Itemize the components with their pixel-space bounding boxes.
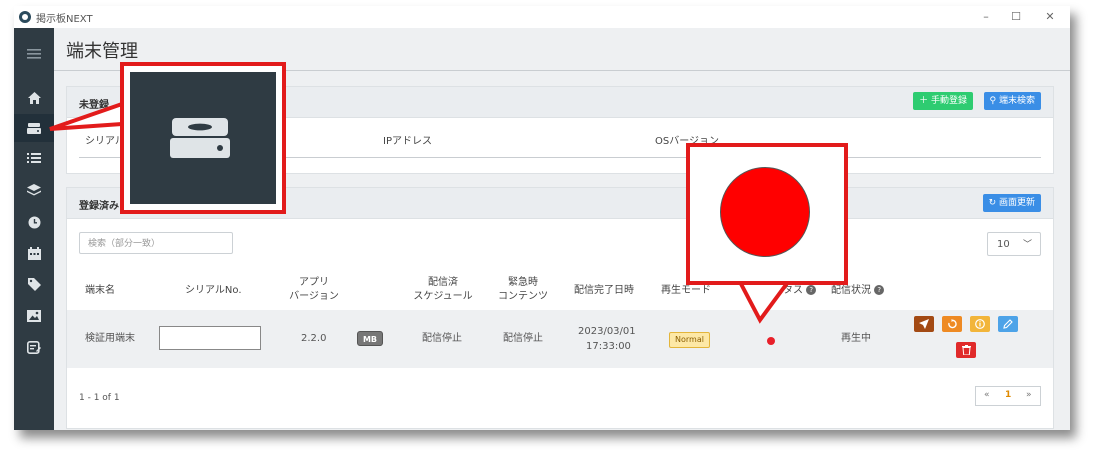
zoom-callout-status <box>686 143 848 285</box>
callout-pointer-left <box>49 102 123 131</box>
callout-pointer-right <box>738 280 790 324</box>
zoom-callout-terminal <box>120 62 286 214</box>
zoom-callout-background <box>130 72 276 204</box>
terminal-icon <box>170 118 230 158</box>
status-dot-zoomed <box>720 167 810 257</box>
